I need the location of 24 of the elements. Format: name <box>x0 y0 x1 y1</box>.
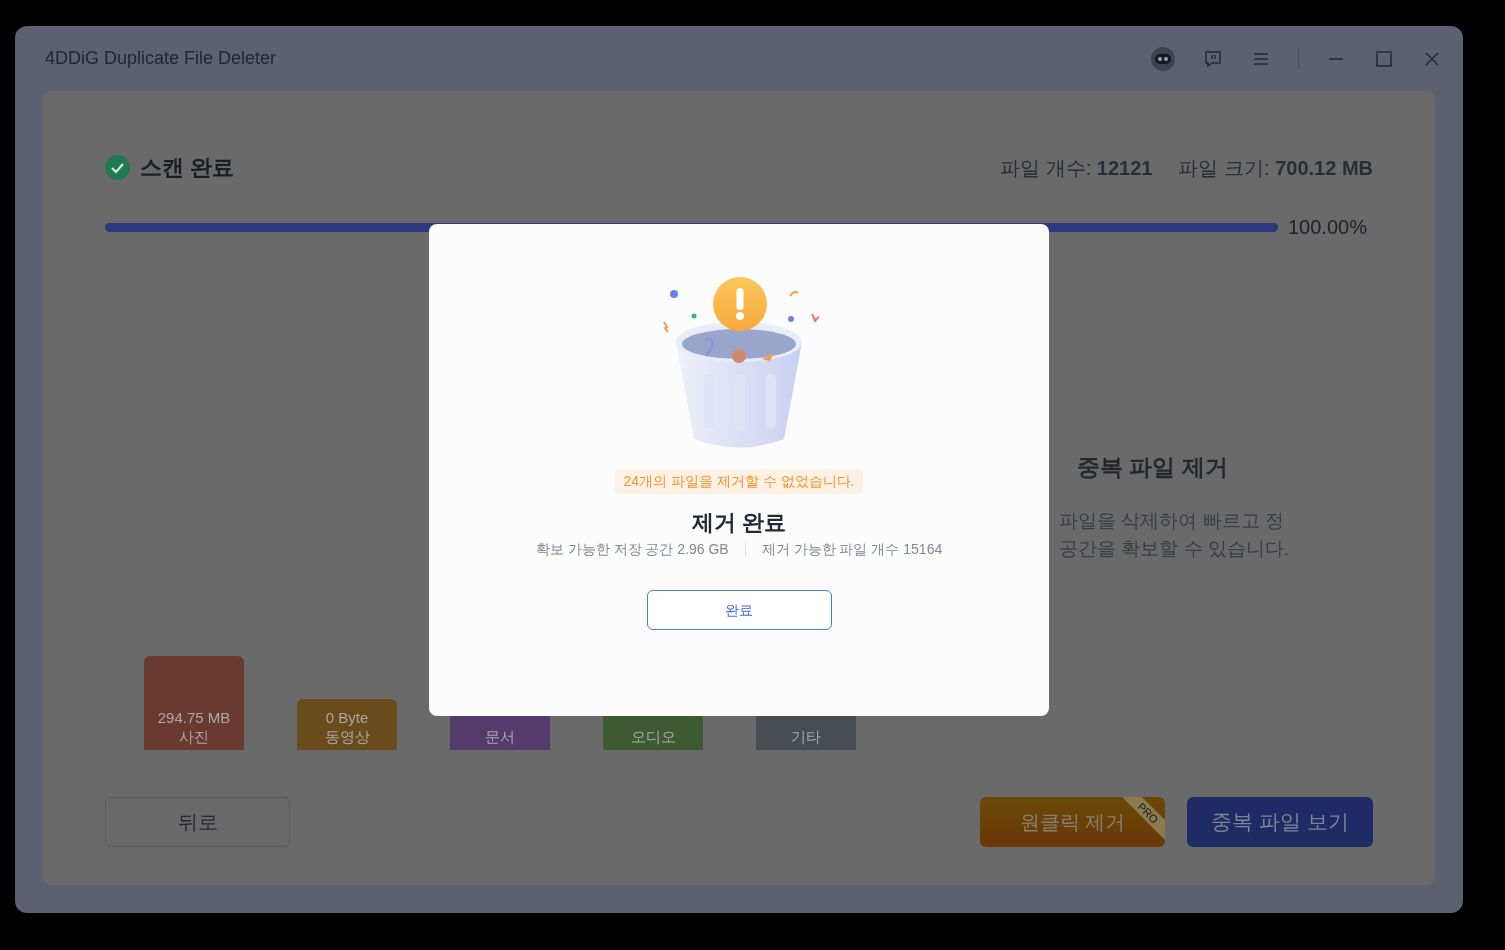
category-name: 동영상 <box>324 727 370 746</box>
back-button[interactable]: 뒤로 <box>105 797 290 847</box>
warning-message: 24개의 파일을 제거할 수 없었습니다. <box>615 469 863 494</box>
category-size: 294.75 MB <box>157 708 231 727</box>
category-name: 기타 <box>791 727 821 746</box>
category-tile[interactable]: 0 Byte 동영상 <box>297 699 397 750</box>
dialog-stat: 확보 가능한 저장 공간 2.96 GB <box>535 540 729 559</box>
scan-status: 스캔 완료 <box>140 154 235 182</box>
file-size: 파일 크기: 700.12 MB <box>1178 155 1373 181</box>
category-size: 0 Byte <box>325 708 369 727</box>
check-icon <box>105 155 130 180</box>
assistant-icon[interactable] <box>1150 45 1176 72</box>
done-button[interactable]: 완료 <box>646 590 832 630</box>
category-name: 오디오 <box>630 727 676 746</box>
promo-heading: 중복 파일 제거 <box>1076 453 1229 482</box>
category-name: 문서 <box>485 727 515 746</box>
category-name: 사진 <box>179 727 209 746</box>
file-count: 파일 개수: 12121 <box>1000 155 1153 181</box>
category-tile[interactable]: 294.75 MB 사진 <box>144 656 244 750</box>
progress-percent: 100.00% <box>1288 215 1367 240</box>
dialog-title: 제거 완료 <box>691 509 787 537</box>
view-duplicates-button[interactable]: 중복 파일 보기 <box>1187 797 1373 847</box>
dialog-stat: 제거 가능한 파일 개수 15164 <box>761 540 943 559</box>
window-title: 4DDiG Duplicate File Deleter <box>45 47 277 70</box>
